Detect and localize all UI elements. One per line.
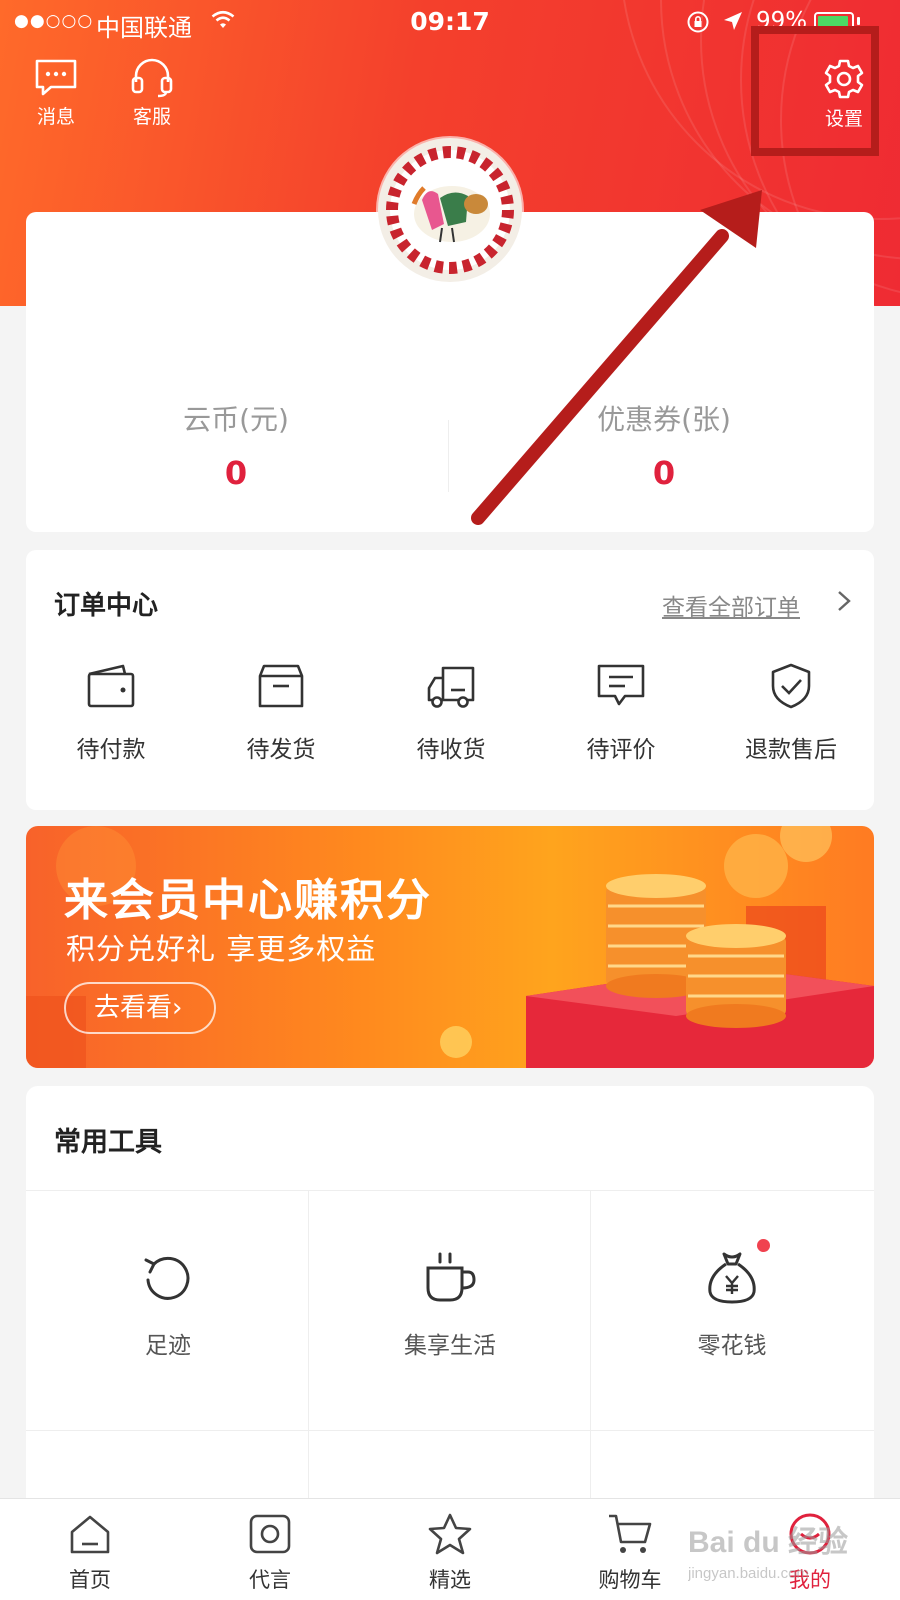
order-pending-review[interactable]: 待评价: [536, 662, 706, 764]
watermark-url: jingyan.baidu.com: [688, 1565, 809, 1582]
tab-label: 精选: [429, 1568, 471, 1592]
message-icon: [35, 59, 77, 96]
history-icon: [144, 1256, 190, 1300]
location-arrow-icon: [724, 12, 742, 30]
coins-stat[interactable]: 云币(元) 0: [26, 398, 446, 492]
tool-label: 足迹: [145, 1333, 191, 1359]
grid-divider: [590, 1190, 591, 1500]
tab-home[interactable]: 首页: [0, 1512, 180, 1594]
tool-jixiang-life[interactable]: 集享生活: [310, 1250, 590, 1360]
order-refund-aftersales[interactable]: 退款售后: [706, 662, 876, 764]
comment-icon: [597, 664, 645, 706]
settings-highlight-box: [751, 26, 879, 156]
wallet-icon: [87, 664, 135, 708]
headset-icon: [131, 58, 173, 98]
baidu-jingyan-watermark: Bai du 经验 jingyan.baidu.com: [688, 1525, 848, 1582]
order-item-label: 待评价: [586, 737, 656, 763]
box-icon: [258, 664, 304, 708]
view-all-orders-link[interactable]: 查看全部订单: [662, 588, 800, 622]
rotation-lock-icon: [687, 11, 709, 33]
grid-divider: [26, 1430, 874, 1431]
coins-value: 0: [224, 454, 248, 492]
order-item-label: 退款售后: [745, 737, 837, 763]
order-item-label: 待收货: [416, 737, 486, 763]
cup-icon: [426, 1252, 476, 1302]
tool-pocket-money[interactable]: 零花钱: [592, 1250, 872, 1360]
star-icon: [428, 1513, 472, 1555]
cart-icon: [609, 1514, 652, 1553]
money-bag-icon: [708, 1252, 756, 1304]
watermark-brand: Bai du 经验: [688, 1525, 848, 1559]
home-icon: [70, 1515, 110, 1554]
grid-divider: [26, 1190, 874, 1191]
member-center-banner[interactable]: 来会员中心赚积分 积分兑好礼 享更多权益 去看看›: [26, 826, 874, 1068]
chevron-right-icon[interactable]: [835, 589, 853, 613]
notification-dot: [757, 1239, 770, 1252]
order-pending-shipment[interactable]: 待发货: [196, 662, 366, 764]
common-tools-title: 常用工具: [54, 1127, 162, 1158]
stat-divider: [448, 420, 449, 492]
service-label: 客服: [132, 106, 171, 128]
shield-check-icon: [771, 663, 811, 709]
customer-service-button[interactable]: 客服: [112, 58, 192, 129]
camera-icon: [249, 1514, 291, 1554]
banner-subtitle: 积分兑好礼 享更多权益: [66, 932, 377, 966]
grid-divider: [308, 1190, 309, 1500]
order-pending-payment[interactable]: 待付款: [26, 662, 196, 764]
banner-title: 来会员中心赚积分: [64, 875, 432, 926]
tool-label: 集享生活: [404, 1333, 496, 1359]
coupons-stat[interactable]: 优惠券(张) 0: [454, 398, 874, 492]
order-center-title: 订单中心: [54, 591, 159, 621]
messages-button[interactable]: 消息: [16, 58, 96, 129]
messages-label: 消息: [36, 106, 75, 128]
order-pending-receipt[interactable]: 待收货: [366, 662, 536, 764]
order-item-label: 待付款: [76, 737, 146, 763]
tab-endorse[interactable]: 代言: [180, 1512, 360, 1594]
coins-label: 云币(元): [183, 403, 289, 436]
tool-label: 零花钱: [697, 1333, 767, 1359]
tool-footprints[interactable]: 足迹: [28, 1250, 308, 1360]
order-item-label: 待发货: [246, 737, 316, 763]
truck-icon: [427, 666, 475, 708]
coupons-label: 优惠券(张): [597, 403, 731, 436]
tab-label: 首页: [69, 1568, 111, 1592]
banner-go-button[interactable]: 去看看›: [64, 982, 216, 1034]
avatar[interactable]: [378, 138, 522, 282]
tab-label: 代言: [249, 1568, 291, 1592]
tab-featured[interactable]: 精选: [360, 1512, 540, 1594]
avatar-illustration: [386, 146, 514, 274]
coupons-value: 0: [652, 454, 676, 492]
